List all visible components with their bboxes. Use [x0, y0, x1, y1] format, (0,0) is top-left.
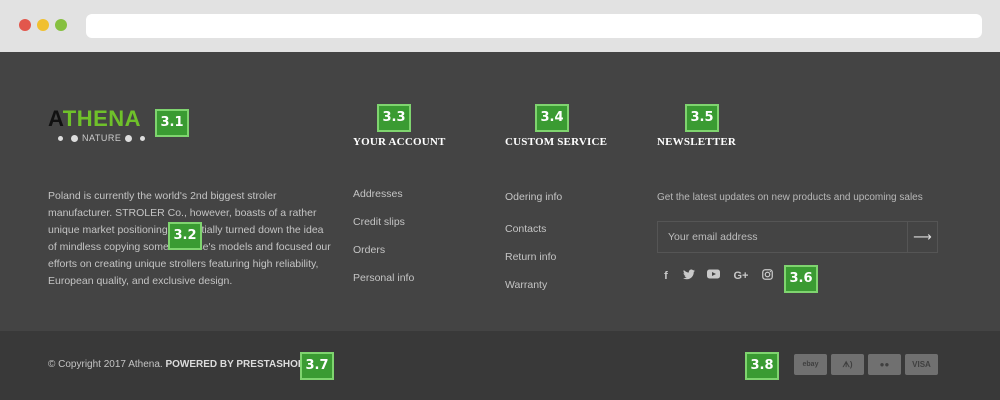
logo-rest: THENA: [62, 106, 142, 131]
link-contacts[interactable]: Contacts: [505, 223, 546, 235]
annotation-tag: 3.8: [745, 352, 779, 380]
mastercard-payment-icon: ●●: [868, 354, 901, 375]
athena-logo[interactable]: ATHENA NATURE: [48, 106, 158, 146]
newsletter-email-input[interactable]: [658, 222, 908, 252]
annotation-tag: 3.2: [168, 222, 202, 250]
link-return-info[interactable]: Return info: [505, 251, 556, 263]
facebook-icon[interactable]: f: [660, 269, 672, 283]
annotation-tag: 3.4: [535, 104, 569, 132]
link-addresses[interactable]: Addresses: [353, 188, 403, 200]
link-ordering-info[interactable]: Odering info: [505, 191, 562, 203]
link-credit-slips[interactable]: Credit slips: [353, 216, 405, 228]
logo-tagline: NATURE: [54, 133, 149, 143]
arrow-right-icon[interactable]: ⟶: [907, 222, 937, 252]
annotation-tag: 3.6: [784, 265, 818, 293]
logo-first-letter: A: [48, 106, 63, 131]
close-window-dot[interactable]: [19, 19, 31, 31]
custom-service-title: CUSTOM SERVICE: [505, 136, 608, 148]
copyright-text: © Copyright 2017 Athena. POWERED BY PRES…: [48, 359, 305, 370]
link-personal-info[interactable]: Personal info: [353, 272, 414, 284]
newsletter-title: NEWSLETTER: [657, 136, 737, 148]
instagram-icon[interactable]: [761, 269, 773, 283]
newsletter-form: ⟶: [657, 221, 938, 253]
youtube-icon[interactable]: [706, 269, 720, 283]
browser-chrome: [0, 0, 1000, 52]
twitter-icon[interactable]: [682, 269, 696, 283]
google-plus-icon[interactable]: G+: [732, 269, 750, 283]
your-account-title: YOUR ACCOUNT: [353, 136, 446, 148]
paypal-payment-icon: ᗑ): [831, 354, 864, 375]
maximize-window-dot[interactable]: [55, 19, 67, 31]
ebay-payment-icon: ebay: [794, 354, 827, 375]
annotation-tag: 3.3: [377, 104, 411, 132]
newsletter-description: Get the latest updates on new products a…: [657, 192, 923, 203]
annotation-tag: 3.7: [300, 352, 334, 380]
link-orders[interactable]: Orders: [353, 244, 385, 256]
address-bar[interactable]: [86, 14, 982, 38]
powered-by-link[interactable]: POWERED BY PRESTASHOP: [165, 359, 304, 370]
visa-payment-icon: VISA: [905, 354, 938, 375]
minimize-window-dot[interactable]: [37, 19, 49, 31]
link-warranty[interactable]: Warranty: [505, 279, 547, 291]
annotation-tag: 3.5: [685, 104, 719, 132]
annotation-tag: 3.1: [155, 109, 189, 137]
